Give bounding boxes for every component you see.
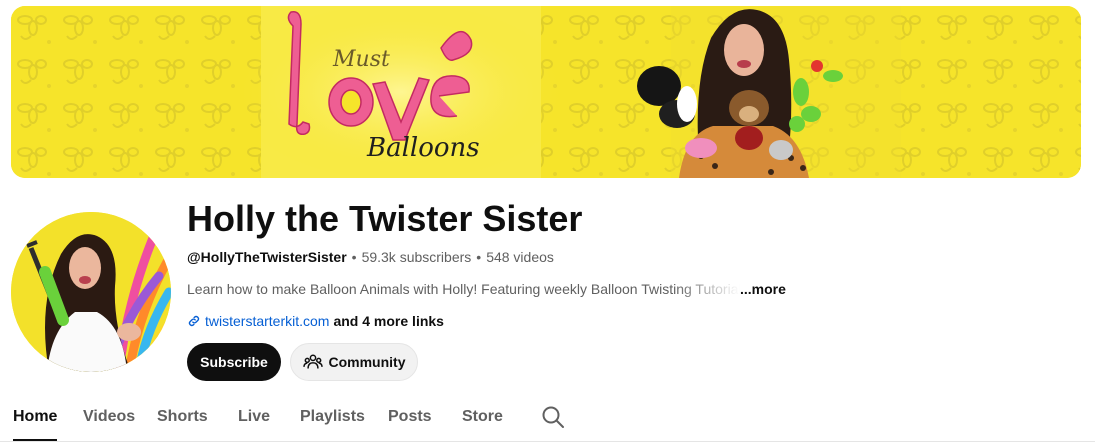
svg-text:Must: Must	[332, 47, 390, 72]
tab-posts[interactable]: Posts	[388, 397, 432, 441]
channel-meta: @HollyTheTwisterSister • 59.3k subscribers…	[187, 247, 554, 267]
tab-playlists[interactable]: Playlists	[300, 397, 365, 441]
tab-store[interactable]: Store	[462, 397, 503, 441]
video-count: 548 videos	[486, 249, 554, 265]
subscriber-count: 59.3k subscribers	[361, 249, 472, 265]
meta-separator: •	[476, 249, 482, 265]
channel-title: Holly the Twister Sister	[187, 198, 583, 239]
community-label: Community	[328, 354, 406, 370]
search-icon[interactable]	[541, 405, 565, 429]
channel-links: twisterstarterkit.com and 4 more links	[187, 311, 444, 331]
people-icon	[302, 353, 323, 371]
tab-videos[interactable]: Videos	[83, 397, 135, 441]
description-more-button[interactable]: ...more	[740, 279, 786, 299]
community-button[interactable]: Community	[290, 343, 418, 381]
more-links-button[interactable]: and 4 more links	[333, 311, 443, 331]
tab-home[interactable]: Home	[13, 397, 57, 441]
channel-tabs: Home Videos Shorts Live Playlists Posts …	[0, 397, 1095, 442]
tab-shorts[interactable]: Shorts	[157, 397, 208, 441]
channel-external-link[interactable]: twisterstarterkit.com	[205, 311, 329, 331]
description-text: Learn how to make Balloon Animals with H…	[187, 281, 740, 297]
channel-avatar[interactable]	[11, 212, 171, 372]
meta-separator: •	[351, 249, 357, 265]
channel-handle: @HollyTheTwisterSister	[187, 249, 347, 265]
subscribe-button[interactable]: Subscribe	[187, 343, 281, 381]
channel-banner: Must Balloons	[11, 6, 1081, 178]
tab-live[interactable]: Live	[238, 397, 270, 441]
link-icon	[187, 314, 201, 328]
channel-description[interactable]: Learn how to make Balloon Animals with H…	[187, 279, 786, 299]
svg-text:Balloons: Balloons	[366, 133, 480, 163]
subscribe-label: Subscribe	[200, 354, 268, 370]
